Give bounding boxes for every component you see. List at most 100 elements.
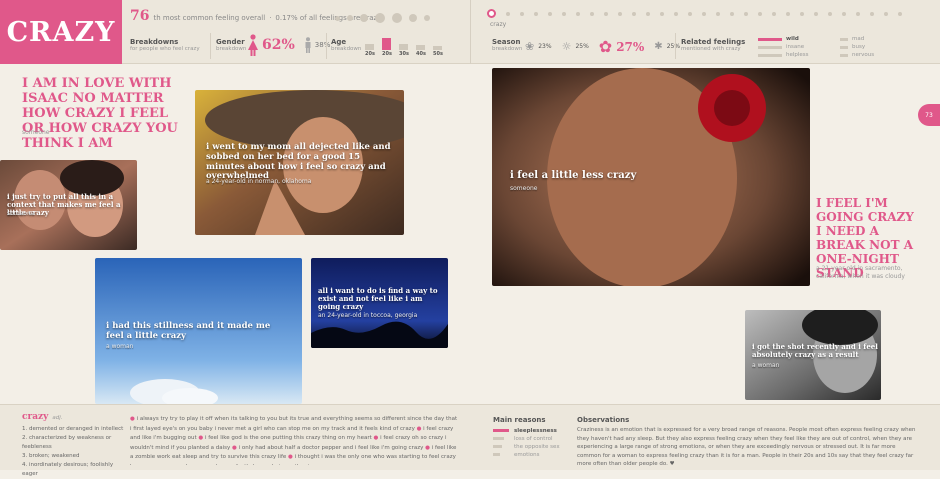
rank-suffix: th most common feeling overall bbox=[153, 14, 266, 22]
age-bar bbox=[416, 45, 425, 50]
breakdowns-title: Breakdowns bbox=[130, 38, 179, 46]
related-col-1: wild insane helpless bbox=[758, 35, 809, 59]
age-title: Age bbox=[331, 38, 347, 46]
age-label: 30s bbox=[399, 51, 409, 57]
age-header: Age breakdown bbox=[331, 38, 361, 52]
related-col-2: mad busy nervous bbox=[840, 35, 874, 59]
definition-item: 2. characterized by weakness or feeblene… bbox=[22, 435, 112, 450]
divider bbox=[210, 33, 211, 59]
related-sub: mentioned with crazy bbox=[681, 46, 741, 52]
observations-title: Observations bbox=[577, 416, 630, 424]
summer-icon: ☼ bbox=[561, 40, 572, 53]
divider bbox=[326, 33, 327, 59]
reason-label: emotions bbox=[514, 452, 540, 458]
age-labels: 20s 20s 30s 40s 50s bbox=[365, 51, 443, 57]
age-label: 40s bbox=[416, 51, 426, 57]
related-item: busy bbox=[852, 44, 866, 50]
age-label: 20s bbox=[365, 51, 375, 57]
age-bar bbox=[399, 44, 408, 50]
age-bar bbox=[382, 38, 391, 50]
related-item: helpless bbox=[786, 52, 809, 58]
reason-label: loss of control bbox=[514, 436, 553, 442]
reason-bar bbox=[493, 445, 502, 448]
reason-bar bbox=[493, 429, 509, 432]
quote-author-2: someone bbox=[7, 210, 35, 217]
gender-title: Gender bbox=[216, 38, 245, 46]
reason-row: loss of control bbox=[493, 435, 560, 443]
season-value: 25% bbox=[666, 43, 681, 50]
reason-row: emotions bbox=[493, 451, 560, 459]
observations: Observations Craziness is an emotion tha… bbox=[577, 416, 917, 469]
quote-large-1: i am in love with isaac no matter how cr… bbox=[22, 76, 178, 151]
reason-row: sleeplessness bbox=[493, 427, 560, 435]
quote-author-3: a 24-year-old in norman, oklahoma bbox=[206, 178, 312, 185]
season-value: 23% bbox=[538, 43, 552, 50]
definition-list: 1. demented or deranged in intellect 2. … bbox=[22, 425, 127, 479]
quote-author-8: a woman bbox=[752, 362, 780, 369]
reason-bar bbox=[493, 437, 504, 440]
female-icon bbox=[248, 34, 258, 56]
reason-label: sleeplessness bbox=[514, 428, 557, 434]
definition-item: 1. demented or deranged in intellect bbox=[22, 426, 124, 432]
reason-bar bbox=[493, 453, 500, 456]
season-sub: breakdown bbox=[492, 46, 523, 52]
definition-item: 3. broken; weakened bbox=[22, 453, 80, 459]
winter-icon: ✱ bbox=[654, 41, 663, 52]
quote-caption-3: i went to my mom all dejected like and s… bbox=[206, 142, 391, 182]
age-bar bbox=[365, 44, 374, 50]
nav-label: crazy bbox=[490, 21, 507, 28]
gender-sub: breakdown bbox=[216, 46, 247, 52]
season-value-highlight: 27% bbox=[616, 39, 645, 54]
reason-row: the opposite sex bbox=[493, 443, 560, 451]
rank-number: 76 bbox=[130, 8, 150, 24]
bottom-quote: i only had about half a doctor pepper an… bbox=[238, 444, 424, 451]
main-reasons-title: Main reasons bbox=[493, 416, 546, 424]
breakdowns-header: Breakdowns for people who feel crazy bbox=[130, 38, 200, 52]
definition-pos: adj. bbox=[52, 415, 63, 421]
female-percent: 62% bbox=[262, 37, 295, 53]
related-title: Related feelings bbox=[681, 38, 746, 46]
season-header: Season breakdown bbox=[492, 38, 522, 52]
age-bars bbox=[365, 36, 442, 50]
page-gutter bbox=[470, 0, 471, 64]
age-sub: breakdown bbox=[331, 46, 362, 52]
age-label: 50s bbox=[433, 51, 443, 57]
male-percent: 38% bbox=[314, 41, 331, 49]
quote-caption-4: i had this stillness and it made me feel… bbox=[106, 321, 271, 341]
frequency-dots bbox=[335, 13, 430, 23]
main-reasons: Main reasons sleeplessness loss of contro… bbox=[493, 416, 560, 459]
definition-item: 4. inordinately desirous; foolishly eage… bbox=[22, 462, 114, 477]
nav-dots bbox=[487, 9, 902, 18]
related-item: nervous bbox=[852, 52, 875, 58]
breakdowns-sub: for people who feel crazy bbox=[130, 46, 200, 52]
age-label: 20s bbox=[382, 51, 392, 57]
season-value: 25% bbox=[575, 43, 589, 50]
season-title: Season bbox=[492, 38, 521, 46]
related-header: Related feelings mentioned with crazy bbox=[681, 38, 745, 52]
reason-label: the opposite sex bbox=[514, 444, 560, 450]
page-number: 73 bbox=[918, 104, 940, 126]
quote-author-1: someone bbox=[22, 129, 50, 136]
bottom-quote: i feel like god is the one putting this … bbox=[204, 435, 372, 442]
quote-author-7: a 21-year-old in sacramento, california,… bbox=[816, 265, 905, 280]
autumn-icon: ✿ bbox=[598, 37, 613, 56]
related-item: wild bbox=[786, 36, 799, 42]
current-feeling-marker bbox=[487, 9, 496, 18]
feeling-title: CRAZY bbox=[0, 0, 122, 64]
quote-caption-6: i feel a little less crazy bbox=[510, 170, 637, 181]
quote-author-6: someone bbox=[510, 185, 538, 192]
gender-header: Gender breakdown bbox=[216, 38, 246, 52]
quote-caption-5: all i want to do is find a way to exist … bbox=[318, 286, 438, 312]
spring-icon: ❀ bbox=[525, 40, 535, 53]
season-breakdown: ❀ 23% ☼ 25% ✿ 27% ✱ 25% bbox=[525, 37, 680, 56]
observations-text: Craziness is an emotion that is expresse… bbox=[577, 427, 916, 468]
quote-author-4: a woman bbox=[106, 343, 134, 350]
gender-breakdown: 62% 38% bbox=[247, 34, 330, 56]
related-item: insane bbox=[786, 44, 805, 50]
divider bbox=[675, 33, 676, 59]
definition-header: crazy adj. bbox=[22, 412, 63, 422]
male-icon bbox=[305, 37, 311, 53]
quote-caption-8: i got the shot recently and i feel absol… bbox=[752, 342, 878, 360]
related-item: mad bbox=[852, 36, 865, 42]
bottom-quotes: ● i always try try to play it off when i… bbox=[130, 415, 460, 465]
